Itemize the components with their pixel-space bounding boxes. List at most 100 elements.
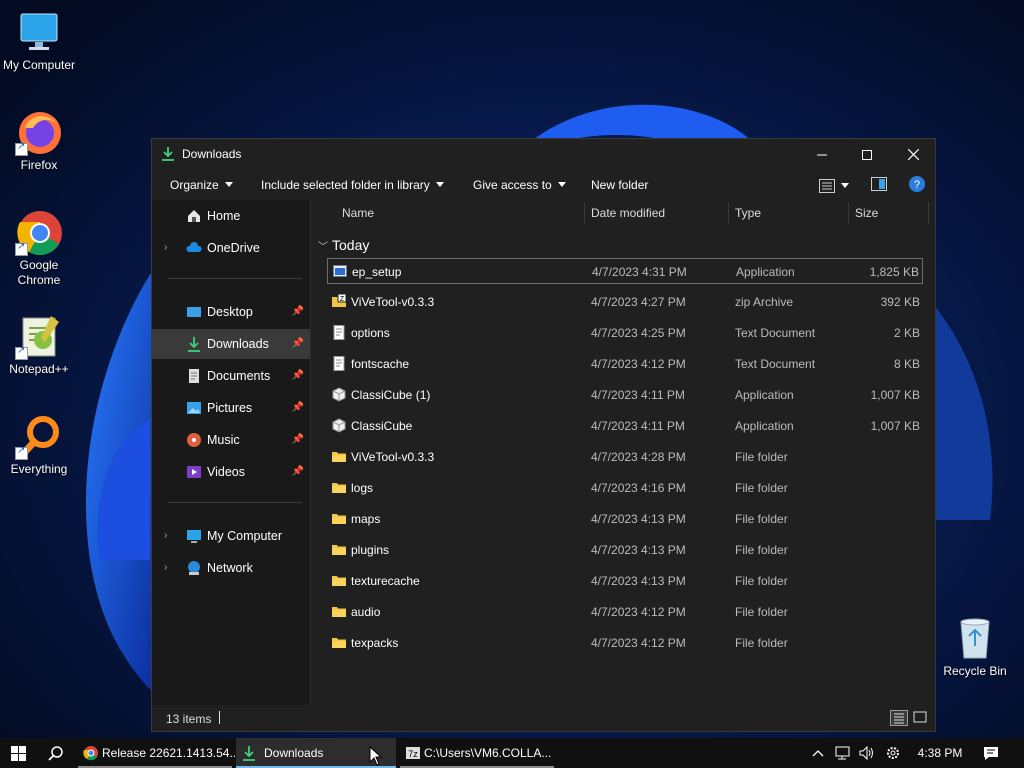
desktop-icon-label: My Computer [2, 58, 76, 72]
nav-item-pictures[interactable]: Pictures 📌 [152, 393, 310, 423]
desktop-icon-label: Everything [10, 462, 68, 476]
organize-menu[interactable]: Organize [170, 178, 233, 192]
shortcut-arrow-icon [15, 345, 28, 360]
pin-icon[interactable]: 📌 [292, 402, 304, 413]
file-row[interactable]: Z ViVeTool-v0.3.3 4/7/2023 4:27 PM zip Arch… [327, 289, 923, 315]
column-header-name[interactable]: Name [342, 206, 374, 232]
chevron-right-icon[interactable]: › [164, 530, 167, 541]
file-row[interactable]: fontscache 4/7/2023 4:12 PM Text Document 8… [327, 351, 923, 377]
cube-icon [332, 418, 346, 433]
column-header-type[interactable]: Type [735, 206, 761, 232]
nav-item-downloads[interactable]: Downloads 📌 [152, 329, 310, 359]
nav-item-home[interactable]: Home [152, 201, 310, 231]
column-header-date[interactable]: Date modified [591, 206, 665, 232]
folder-icon [332, 449, 346, 464]
chevron-up-icon [812, 750, 824, 757]
file-date: 4/7/2023 4:11 PM [591, 388, 685, 402]
file-name: ViVeTool-v0.3.3 [351, 450, 435, 464]
file-type: Text Document [735, 326, 816, 340]
show-hidden-icons-button[interactable] [808, 738, 828, 768]
network-tray-button[interactable] [832, 738, 854, 768]
desktop-icon-recycle-bin[interactable]: Recycle Bin [936, 614, 1014, 679]
nav-item-onedrive[interactable]: › OneDrive [152, 233, 310, 263]
desktop-icon-label: Notepad++ [9, 362, 69, 376]
document-icon [186, 368, 202, 384]
desktop-icon-chrome[interactable]: Google Chrome [0, 208, 78, 288]
desktop-icon-my-computer[interactable]: My Computer [0, 8, 78, 73]
maximize-button[interactable] [844, 139, 890, 170]
file-row[interactable]: ClassiCube 4/7/2023 4:11 PM Application 1,0… [327, 413, 923, 439]
nav-item-music[interactable]: Music 📌 [152, 425, 310, 455]
text-document-icon [332, 356, 346, 371]
file-row[interactable]: ClassiCube (1) 4/7/2023 4:11 PM Applicatio… [327, 382, 923, 408]
pin-icon[interactable]: 📌 [292, 434, 304, 445]
new-folder-button[interactable]: New folder [591, 178, 648, 192]
file-row[interactable]: options 4/7/2023 4:25 PM Text Document 2 KB [327, 320, 923, 346]
desktop-icon-firefox[interactable]: Firefox [0, 108, 78, 173]
nav-item-videos[interactable]: Videos 📌 [152, 457, 310, 487]
file-row[interactable]: plugins 4/7/2023 4:13 PM File folder [327, 537, 923, 563]
nav-item-desktop[interactable]: Desktop 📌 [152, 297, 310, 327]
nav-item-my-computer[interactable]: › My Computer [152, 521, 310, 551]
preview-pane-button[interactable] [871, 177, 887, 194]
status-bar: 13 items [152, 705, 935, 731]
file-row[interactable]: ep_setup 4/7/2023 4:31 PM Application 1,825… [327, 258, 923, 284]
action-center-button[interactable] [978, 738, 1004, 768]
nav-item-documents[interactable]: Documents 📌 [152, 361, 310, 391]
file-row[interactable]: texpacks 4/7/2023 4:12 PM File folder [327, 630, 923, 656]
desktop-icon-everything[interactable]: Everything [0, 412, 78, 477]
volume-tray-button[interactable] [856, 738, 878, 768]
start-button[interactable] [4, 738, 32, 768]
clock[interactable]: 4:38 PM [912, 738, 968, 768]
column-separator[interactable] [848, 202, 849, 224]
minimize-button[interactable] [799, 139, 845, 170]
close-button[interactable] [890, 139, 936, 170]
title-bar[interactable]: Downloads [152, 139, 935, 170]
file-row[interactable]: logs 4/7/2023 4:16 PM File folder [327, 475, 923, 501]
folder-icon [332, 635, 346, 650]
give-access-menu[interactable]: Give access to [473, 178, 566, 192]
file-row[interactable]: audio 4/7/2023 4:12 PM File folder [327, 599, 923, 625]
settings-tray-button[interactable] [882, 738, 904, 768]
desktop-icon-notepadpp[interactable]: Notepad++ [0, 312, 78, 377]
pin-icon[interactable]: 📌 [292, 306, 304, 317]
file-row[interactable]: maps 4/7/2023 4:13 PM File folder [327, 506, 923, 532]
file-name: logs [351, 481, 374, 495]
column-separator[interactable] [728, 202, 729, 224]
home-icon [186, 208, 202, 224]
help-button[interactable]: ? [909, 176, 925, 195]
view-options-button[interactable] [819, 178, 849, 193]
file-size: 1,825 KB [869, 265, 919, 279]
group-header-today[interactable]: ﹀ Today [318, 237, 369, 253]
column-separator[interactable] [584, 202, 585, 224]
pin-icon[interactable]: 📌 [292, 370, 304, 381]
chevron-right-icon[interactable]: › [164, 242, 167, 253]
file-date: 4/7/2023 4:28 PM [591, 450, 686, 464]
desktop-icon-label: Google Chrome [17, 258, 61, 287]
help-icon: ? [909, 176, 925, 192]
file-size: 2 KB [893, 326, 920, 340]
taskbar-task-chrome[interactable]: Release 22621.1413.54... [78, 738, 239, 768]
taskbar-task-7zip[interactable]: 7z C:\Users\VM6.COLLA... [400, 738, 554, 768]
search-icon [47, 745, 63, 761]
column-separator[interactable] [928, 202, 929, 224]
file-name: texturecache [351, 574, 420, 588]
status-separator [219, 711, 220, 724]
pin-icon[interactable]: 📌 [292, 338, 304, 349]
chevron-down-icon: ﹀ [318, 242, 328, 253]
file-row[interactable]: texturecache 4/7/2023 4:13 PM File folder [327, 568, 923, 594]
explorer-window[interactable]: Downloads Organize Include selected fold… [151, 138, 936, 761]
details-view-button[interactable] [890, 710, 908, 726]
file-row[interactable]: ViVeTool-v0.3.3 4/7/2023 4:28 PM File fold… [327, 444, 923, 470]
nav-item-network[interactable]: › Network [152, 553, 310, 583]
pin-icon[interactable]: 📌 [292, 466, 304, 477]
include-in-library-menu[interactable]: Include selected folder in library [261, 178, 444, 192]
column-header-size[interactable]: Size [855, 206, 878, 232]
minimize-icon [817, 154, 827, 155]
cloud-icon [186, 240, 202, 256]
notification-icon [984, 746, 998, 760]
large-icons-view-button[interactable] [912, 710, 930, 726]
search-button[interactable] [40, 738, 70, 768]
file-type: File folder [735, 481, 788, 495]
chevron-right-icon[interactable]: › [164, 562, 167, 573]
